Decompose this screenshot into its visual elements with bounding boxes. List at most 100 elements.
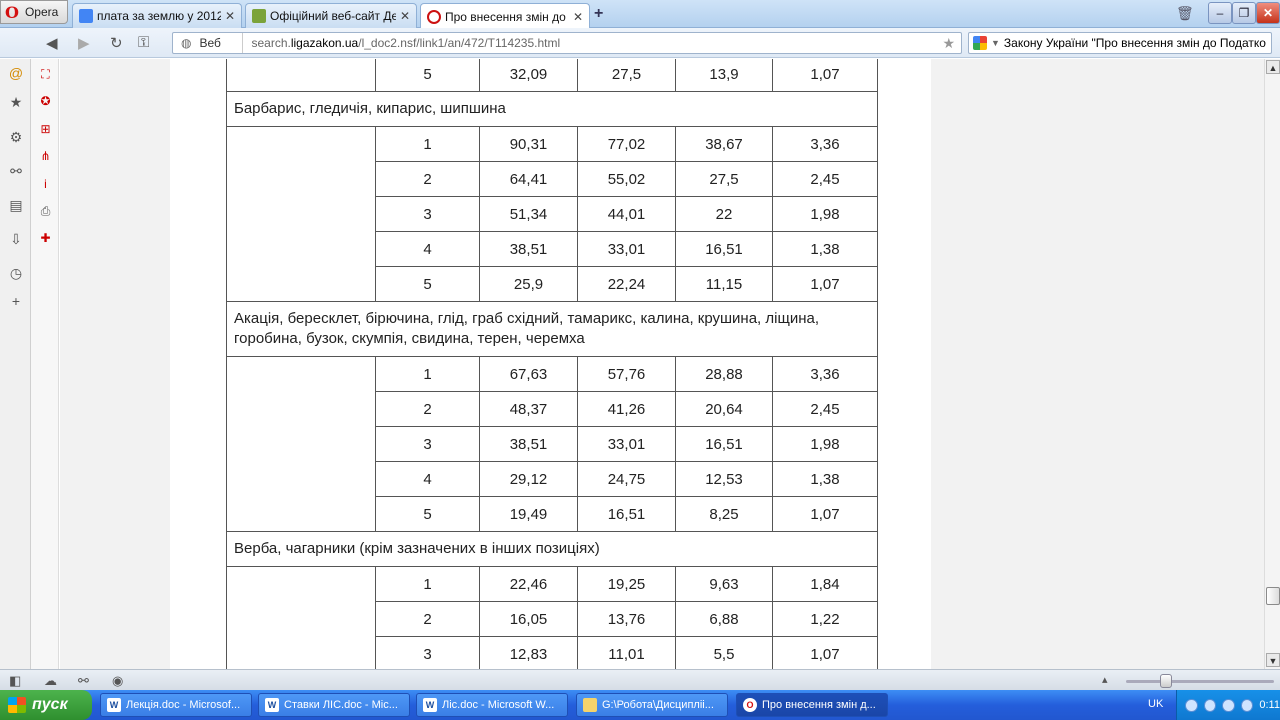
rates-table: 5 32,09 27,5 13,9 1,07 Барбарис, гледичі… (226, 59, 878, 669)
google-favicon-icon (79, 9, 93, 23)
opera-menu-button[interactable]: O Opera (0, 0, 68, 24)
scrollbar-thumb[interactable] (1266, 587, 1280, 605)
scroll-up-arrow-icon[interactable]: ▲ (1266, 60, 1280, 74)
tab-3-active[interactable]: Про внесення змін до П... ✕ (420, 3, 590, 29)
taskbar-item[interactable]: G:\Робота\Дисципліі... (576, 693, 728, 717)
value-cell: 29,12 (479, 461, 578, 497)
value-cell: 1,38 (772, 461, 878, 497)
taskbar-item[interactable]: W Ставки ЛІС.doc - Mic... (258, 693, 410, 717)
zoom-slider-track[interactable] (1126, 680, 1274, 683)
empty-cell (226, 356, 376, 532)
sitemap-icon[interactable]: ⊞ (37, 121, 54, 138)
zone-number: 5 (375, 266, 480, 302)
vertical-scrollbar[interactable]: ▲ ▼ (1264, 59, 1280, 669)
tab-1[interactable]: плата за землю у 2012 ... ✕ (72, 3, 242, 28)
zone-number: 1 (375, 566, 480, 602)
google-icon (973, 36, 987, 50)
search-field[interactable]: ▼ Закону України "Про внесення змін до П… (968, 32, 1272, 54)
unite-icon[interactable]: ⚯ (8, 163, 24, 179)
user-ribbon-icon[interactable]: ✪ (37, 93, 54, 110)
tray-arrow-icon[interactable] (1185, 698, 1198, 712)
clock: 0:11 (1259, 699, 1280, 711)
value-cell: 3,36 (772, 126, 878, 162)
opera-menu-label: Opera (24, 5, 59, 19)
print-icon[interactable]: ⎙ (37, 203, 54, 220)
antivirus-icon[interactable] (1240, 698, 1254, 712)
zone-number: 1 (375, 126, 480, 162)
value-cell: 2,45 (772, 161, 878, 197)
share-tree-icon[interactable]: ⋔ (37, 148, 54, 165)
system-tray: 0:11 (1176, 690, 1280, 720)
close-window-button[interactable]: ✕ (1256, 2, 1280, 24)
zoom-slider-handle[interactable] (1160, 674, 1172, 688)
taskbar-item[interactable]: W Лекція.doc - Microsof... (100, 693, 252, 717)
value-cell: 13,9 (675, 59, 773, 92)
info-icon[interactable]: i (37, 176, 54, 193)
maximize-button[interactable]: ❐ (1232, 2, 1256, 24)
address-toolbar: ◀ ▶ ↻ ⚿ ◍ Веб search.ligazakon.ua/l_doc2… (0, 28, 1280, 58)
unite-cloud-icon[interactable]: ☁ (44, 673, 57, 689)
value-cell: 67,63 (479, 356, 578, 392)
settings-gear-icon[interactable]: ⚙ (8, 129, 24, 145)
minimize-button[interactable]: – (1208, 2, 1232, 24)
bookmark-star-icon[interactable]: ★ (942, 35, 955, 52)
value-cell: 25,9 (479, 266, 578, 302)
start-button[interactable]: пуск (0, 690, 92, 720)
turbo-icon[interactable]: ⚯ (78, 673, 89, 689)
address-field[interactable]: ◍ Веб search.ligazakon.ua/l_doc2.nsf/lin… (172, 32, 962, 54)
value-cell: 1,98 (772, 426, 878, 462)
value-cell: 48,37 (479, 391, 578, 427)
chevron-down-icon[interactable]: ▼ (991, 38, 1000, 48)
value-cell: 33,01 (577, 426, 676, 462)
tab-2[interactable]: Офіційний веб-сайт Де... ✕ (245, 3, 417, 28)
key-icon[interactable]: ⚿ (138, 34, 149, 51)
group-heading-row: Барбарис, гледичія, кипарис, шипшина (226, 91, 878, 127)
add-panel-icon[interactable]: + (8, 293, 24, 309)
tab-title: плата за землю у 2012 ... (97, 9, 221, 23)
value-cell: 24,75 (577, 461, 676, 497)
value-cell: 57,76 (577, 356, 676, 392)
notes-icon[interactable]: ▤ (8, 197, 24, 213)
value-cell: 64,41 (479, 161, 578, 197)
word-icon: W (107, 698, 121, 712)
scroll-down-arrow-icon[interactable]: ▼ (1266, 653, 1280, 667)
document-body: 5 32,09 27,5 13,9 1,07 Барбарис, гледичі… (170, 59, 931, 669)
language-indicator[interactable]: UK (1148, 698, 1163, 710)
group-heading: Акація, бересклет, бірючина, глід, граб … (226, 301, 878, 357)
volume-icon[interactable] (1222, 698, 1235, 712)
close-icon[interactable]: ✕ (400, 9, 410, 23)
network-icon[interactable] (1203, 698, 1217, 712)
bookmark-red-icon[interactable]: ✚ (37, 230, 54, 247)
value-cell: 11,01 (577, 636, 676, 669)
group-heading-row: Верба, чагарники (крім зазначених в інши… (226, 531, 878, 567)
back-icon[interactable]: ◀ (46, 34, 58, 52)
forward-icon[interactable]: ▶ (78, 34, 90, 52)
trash-icon[interactable]: 🗑 (1176, 5, 1194, 22)
zone-number: 1 (375, 356, 480, 392)
group-heading-row: Акація, бересклет, бірючина, глід, граб … (226, 301, 878, 357)
close-icon[interactable]: ✕ (225, 9, 235, 23)
downloads-icon[interactable]: ⇩ (8, 231, 24, 247)
toggle-panel-icon[interactable]: ◧ (9, 673, 21, 689)
zoom-fit-icon[interactable]: ▴ (1102, 673, 1108, 686)
value-cell: 32,09 (479, 59, 578, 92)
taskbar-item-active[interactable]: O Про внесення змін д... (736, 693, 888, 717)
windows-logo-icon (8, 697, 26, 713)
history-clock-icon[interactable]: ◷ (8, 265, 24, 281)
fit-screen-icon[interactable]: ⛶ (37, 66, 54, 83)
new-tab-icon[interactable]: + (594, 5, 603, 23)
bookmarks-star-icon[interactable]: ★ (8, 94, 24, 110)
value-cell: 1,07 (772, 59, 878, 92)
reload-icon[interactable]: ↻ (110, 34, 123, 52)
folder-icon (583, 698, 597, 712)
close-icon[interactable]: ✕ (573, 10, 583, 24)
tab-title: Офіційний веб-сайт Де... (270, 9, 396, 23)
value-cell: 16,51 (675, 231, 773, 267)
mail-icon[interactable]: @ (8, 65, 24, 81)
speed-dial-icon[interactable]: ◉ (112, 673, 123, 689)
page-tools-bar: ⛶ ✪ ⊞ ⋔ i ⎙ ✚ (31, 59, 59, 669)
taskbar-item[interactable]: W Ліс.doc - Microsoft W... (416, 693, 568, 717)
value-cell: 1,38 (772, 231, 878, 267)
table-row: 1 67,63 57,76 28,88 3,36 (226, 356, 878, 532)
value-cell: 1,98 (772, 196, 878, 232)
